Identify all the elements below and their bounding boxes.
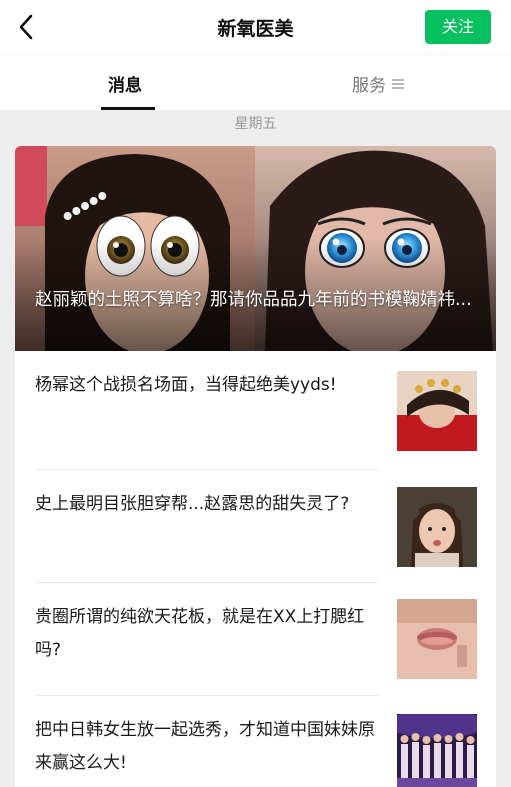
hero-title: 赵丽颖的土照不算啥？那请你品品九年前的书模鞠婧祎...	[35, 290, 472, 310]
date-label: 星期五	[234, 116, 277, 132]
list-item[interactable]: 贵圈所谓的纯欲天花板，就是在XX上打腮红吗?	[15, 583, 496, 695]
follow-button[interactable]: 关注	[425, 10, 491, 44]
article-title: 贵圈所谓的纯欲天花板，就是在XX上打腮红吗?	[35, 607, 365, 660]
tab-messages[interactable]: 消息	[108, 71, 142, 96]
tab-services[interactable]: 服务	[352, 71, 404, 96]
list-item[interactable]: 杨幂这个战损名场面，当得起绝美yyds!	[15, 351, 496, 463]
article-thumbnail	[397, 714, 477, 787]
article-title: 杨幂这个战损名场面，当得起绝美yyds!	[35, 375, 337, 395]
article-title: 把中日韩女生放一起选秀，才知道中国妹妹原来赢这么大!	[35, 720, 375, 773]
top-bar: 新氧医美 关注	[0, 0, 511, 54]
article-thumbnail	[397, 371, 477, 451]
menu-icon	[392, 79, 404, 89]
article-thumbnail	[397, 487, 477, 567]
article-thumbnail	[397, 599, 477, 679]
active-tab-indicator	[101, 107, 155, 110]
hero-image	[15, 146, 496, 351]
hero-article[interactable]: 赵丽颖的土照不算啥？那请你品品九年前的书模鞠婧祎...	[15, 146, 496, 351]
tab-services-label: 服务	[352, 76, 386, 96]
article-title: 史上最明目张胆穿帮...赵露思的甜失灵了?	[35, 494, 350, 514]
article-card: 赵丽颖的土照不算啥？那请你品品九年前的书模鞠婧祎... 杨幂这个战损名场面，当得…	[15, 146, 496, 787]
list-item[interactable]: 把中日韩女生放一起选秀，才知道中国妹妹原来赢这么大!	[15, 696, 496, 787]
tab-bar: 消息 服务	[0, 54, 511, 110]
list-item[interactable]: 史上最明目张胆穿帮...赵露思的甜失灵了?	[15, 470, 496, 582]
